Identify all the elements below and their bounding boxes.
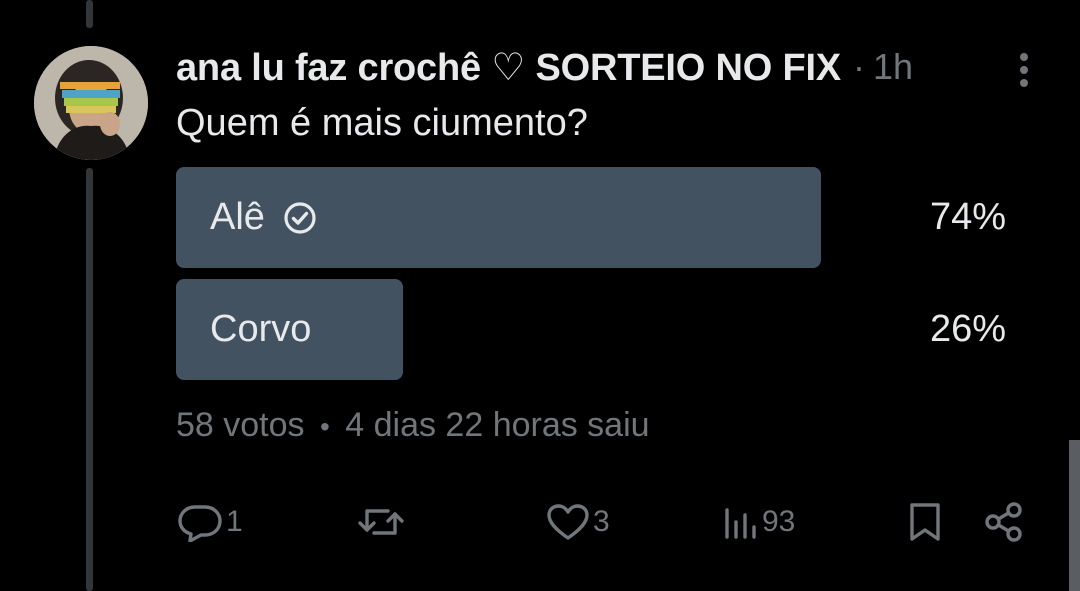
views-icon <box>725 508 756 539</box>
poll: Alê 74% Corvo 26% <box>176 167 1006 391</box>
bookmark-button[interactable] <box>906 496 944 548</box>
tweet-header: ana lu faz crochê ♡ SORTEIO NO FIX · 1h <box>176 42 913 92</box>
poll-votes: 58 votos <box>176 406 305 444</box>
thread-line-bottom <box>86 168 93 591</box>
scrollbar[interactable] <box>1069 440 1080 591</box>
header-separator: · <box>852 46 865 87</box>
poll-option-label: Alê <box>210 196 265 238</box>
poll-option-label: Corvo <box>210 308 312 350</box>
avatar[interactable] <box>34 46 148 160</box>
poll-time-left: 4 dias 22 horas saiu <box>345 406 650 444</box>
tweet-text: Quem é mais ciumento? <box>176 102 588 144</box>
poll-option-label-container: Corvo <box>210 279 311 380</box>
more-button[interactable] <box>1006 48 1042 92</box>
retweet-button[interactable] <box>357 496 407 548</box>
reply-button[interactable]: 1 <box>176 496 243 548</box>
share-button[interactable] <box>983 496 1025 548</box>
views-button[interactable]: 93 <box>722 496 795 548</box>
timestamp[interactable]: 1h <box>873 46 913 88</box>
avatar-image <box>34 46 148 160</box>
poll-option-ale[interactable]: Alê 74% <box>176 167 1006 268</box>
reply-icon <box>178 505 222 542</box>
poll-option-percent: 26% <box>929 308 1006 350</box>
poll-meta-separator: • <box>319 411 330 442</box>
poll-option-percent: 74% <box>929 196 1006 238</box>
like-button[interactable]: 3 <box>545 496 610 548</box>
poll-option-label-container: Alê <box>210 167 317 268</box>
like-icon <box>547 504 589 540</box>
poll-option-corvo[interactable]: Corvo 26% <box>176 279 1006 380</box>
author-name[interactable]: ana lu faz crochê ♡ SORTEIO NO FIX <box>176 45 841 90</box>
thread-line-top <box>86 0 93 28</box>
retweet-icon <box>358 509 404 535</box>
more-icon <box>1020 53 1028 87</box>
views-count: 93 <box>762 505 796 538</box>
poll-meta: 58 votos • 4 dias 22 horas saiu <box>176 406 650 445</box>
share-icon <box>985 502 1022 542</box>
bookmark-icon <box>910 503 940 541</box>
reply-count: 1 <box>226 505 243 538</box>
like-count: 3 <box>593 505 610 538</box>
check-circle-icon <box>283 201 317 235</box>
